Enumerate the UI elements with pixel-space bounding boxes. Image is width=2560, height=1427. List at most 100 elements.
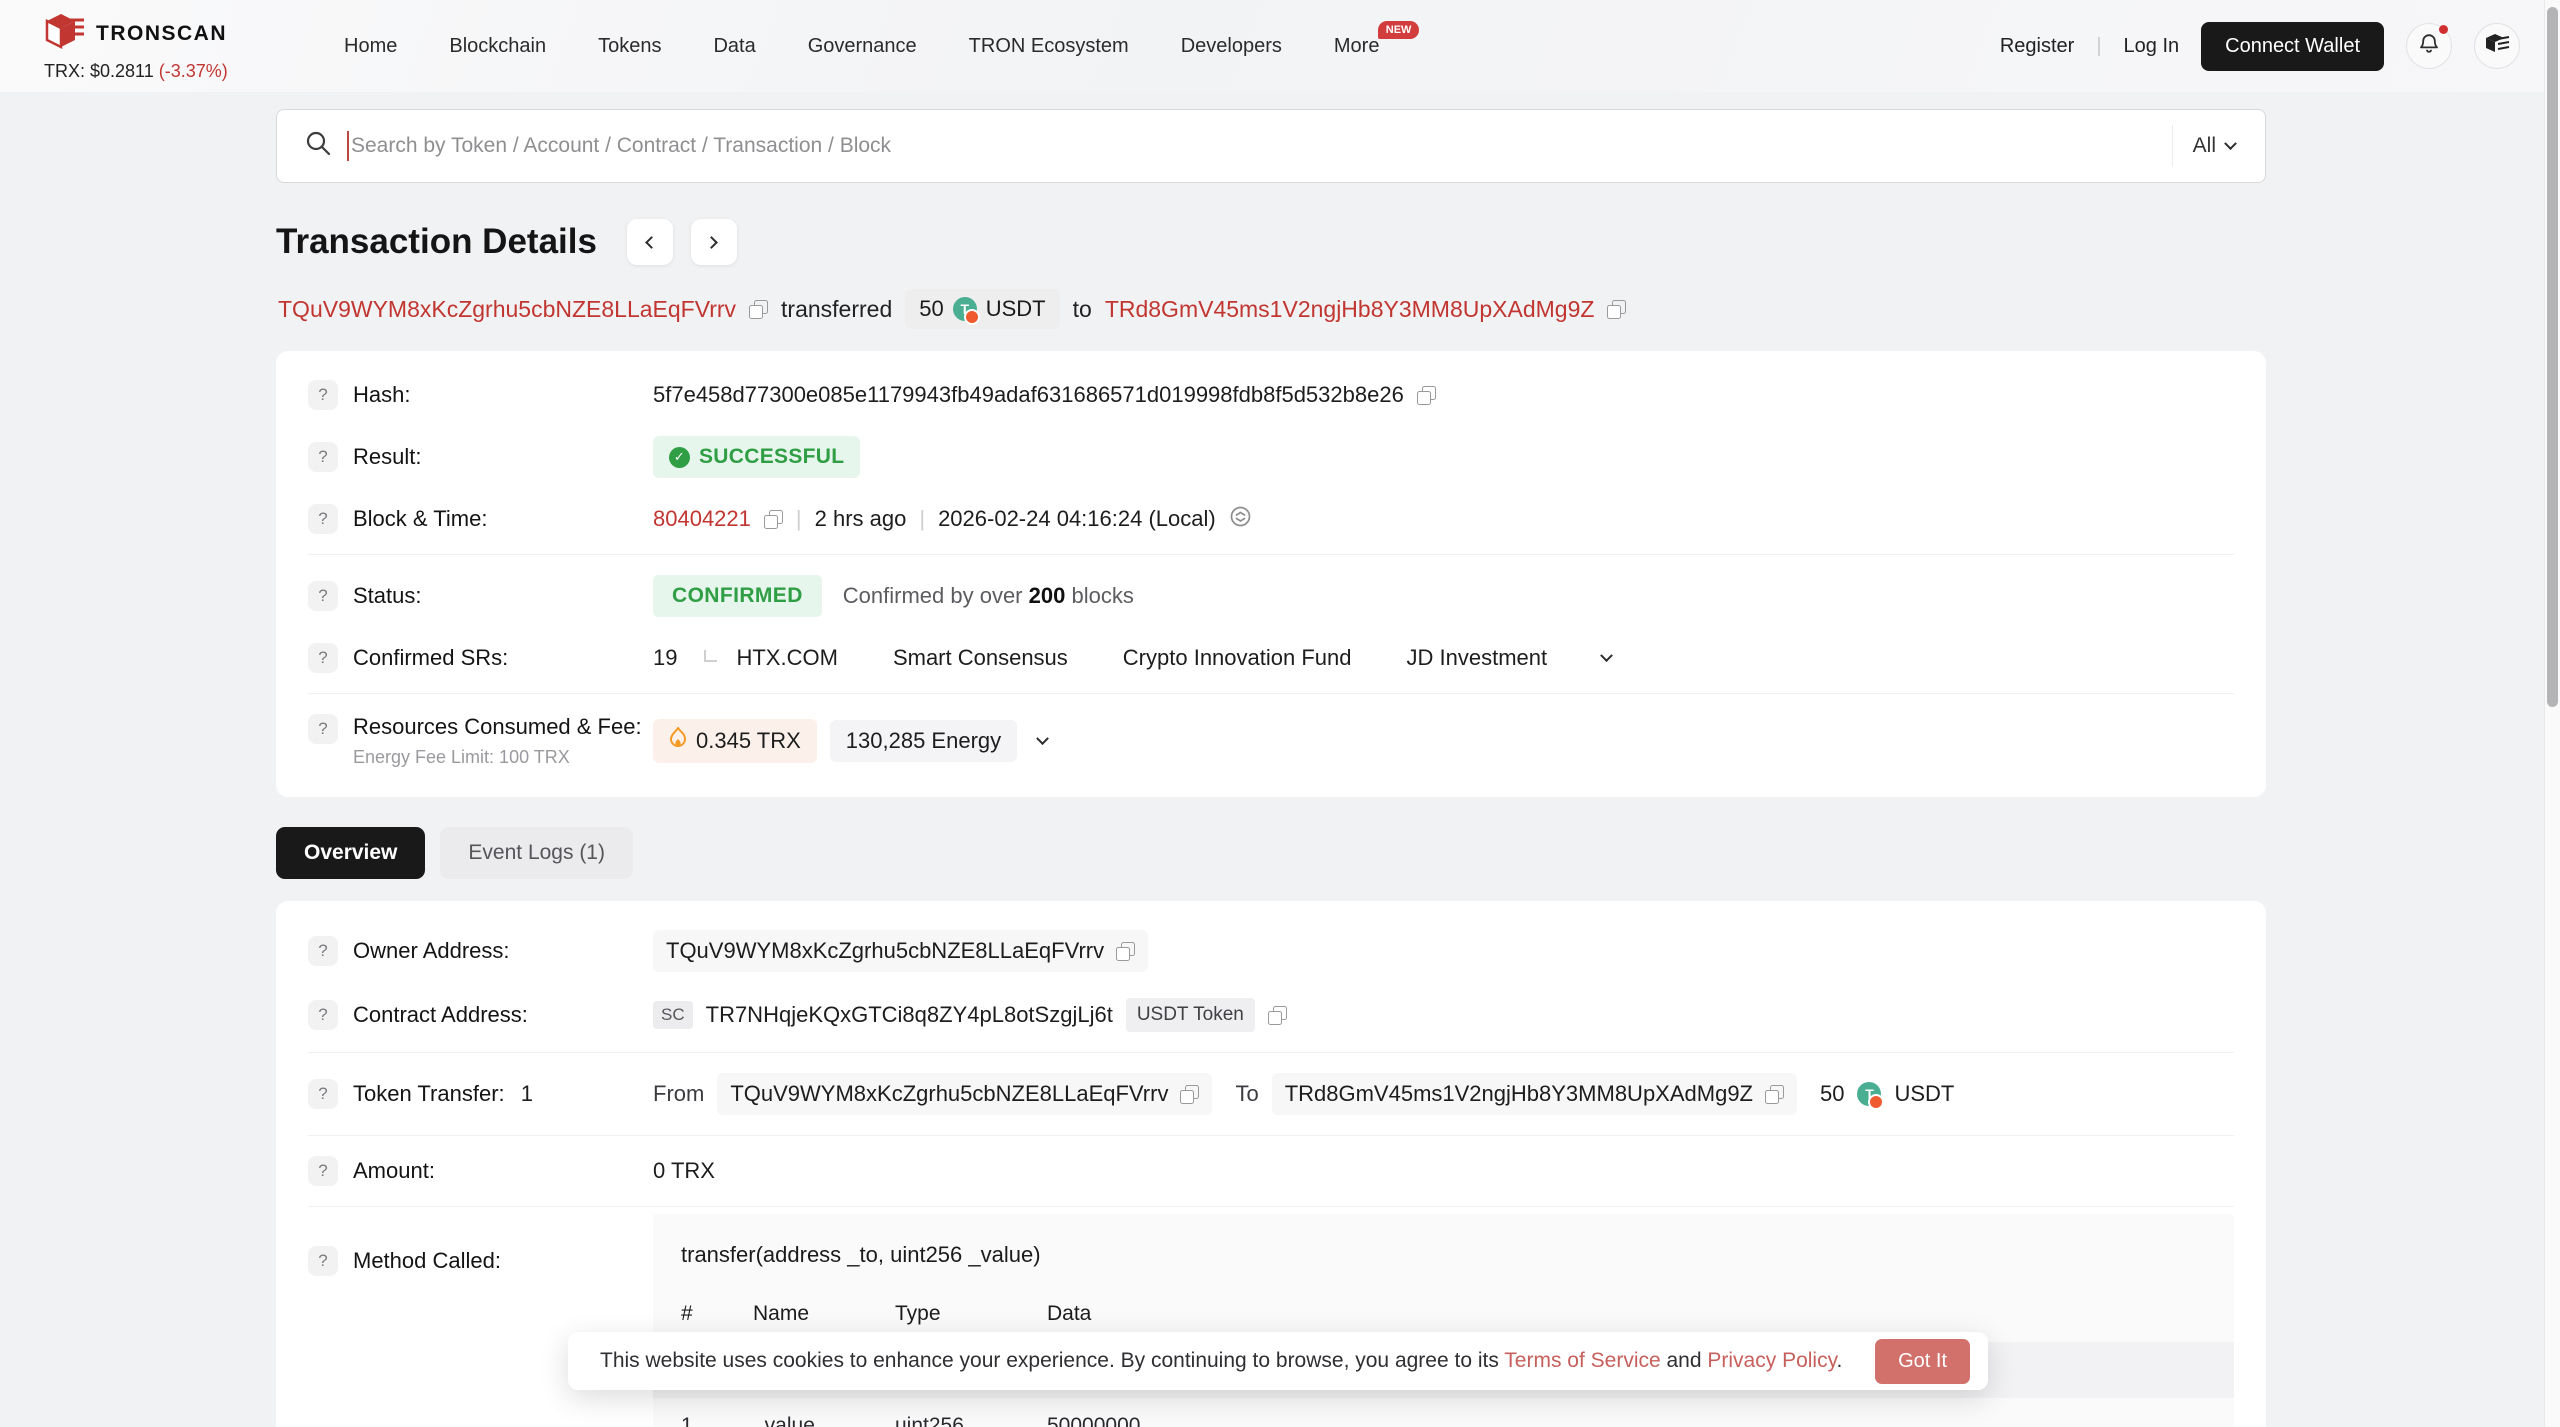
sr-name[interactable]: Smart Consensus — [893, 645, 1068, 671]
cookie-text: This website uses cookies to enhance you… — [600, 1349, 1843, 1372]
help-icon[interactable]: ? — [308, 442, 338, 472]
clock-icon[interactable] — [1229, 505, 1252, 534]
next-transaction-button[interactable] — [690, 219, 737, 265]
check-icon: ✓ — [669, 446, 690, 468]
text-cursor — [347, 131, 349, 161]
usdt-token-icon: T — [952, 297, 980, 325]
page-title: Transaction Details — [276, 222, 597, 261]
transfer-summary: TQuV9WYM8xKcZgrhu5cbNZE8LLaEqFVrrv trans… — [278, 289, 2560, 329]
help-icon[interactable]: ? — [308, 714, 338, 744]
tab-event-logs[interactable]: Event Logs (1) — [440, 827, 633, 879]
brand-name: TRONSCAN — [96, 21, 227, 45]
nav-item-data[interactable]: Data — [713, 35, 755, 58]
amount-pill: 50 T USDT — [905, 289, 1060, 329]
privacy-policy-link[interactable]: Privacy Policy — [1707, 1349, 1836, 1372]
help-icon[interactable]: ? — [308, 1246, 338, 1276]
scrollbar-thumb[interactable] — [2547, 7, 2558, 707]
nav-item-more[interactable]: More NEW — [1334, 20, 1420, 58]
table-header-row: # Name Type Data — [681, 1302, 1092, 1325]
sr-name[interactable]: JD Investment — [1407, 645, 1548, 671]
prev-transaction-button[interactable] — [626, 219, 673, 265]
transfer-to-address: TRd8GmV45ms1V2ngjHb8Y3MM8UpXAdMg9Z — [1271, 1073, 1797, 1115]
help-icon[interactable]: ? — [308, 380, 338, 410]
confirmed-srs-row: ? Confirmed SRs: 19 HTX.COM Smart Consen… — [308, 630, 2234, 686]
nav-item-blockchain[interactable]: Blockchain — [449, 35, 546, 58]
chevron-down-icon[interactable] — [1600, 648, 1613, 662]
connect-wallet-button[interactable]: Connect Wallet — [2201, 21, 2384, 71]
flame-icon — [669, 726, 687, 755]
copy-icon[interactable] — [1267, 1005, 1287, 1025]
main-nav: Home Blockchain Tokens Data Governance T… — [344, 20, 1420, 58]
got-it-button[interactable]: Got It — [1875, 1338, 1970, 1384]
method-signature: transfer(address _to, uint256 _value) — [681, 1242, 1041, 1267]
corner-indent-icon — [704, 650, 718, 662]
help-icon[interactable]: ? — [308, 643, 338, 673]
energy-pill: 130,285 Energy — [829, 720, 1018, 762]
new-badge: NEW — [1377, 20, 1420, 39]
copy-icon[interactable] — [1416, 385, 1436, 405]
help-icon[interactable]: ? — [308, 581, 338, 611]
cookie-banner: This website uses cookies to enhance you… — [568, 1332, 1988, 1390]
chevron-down-icon[interactable] — [1036, 731, 1049, 745]
copy-icon[interactable] — [1116, 941, 1136, 961]
notifications-button[interactable] — [2406, 23, 2452, 69]
resources-button[interactable] — [2474, 23, 2520, 69]
help-icon[interactable]: ? — [308, 1079, 338, 1109]
chevron-left-icon — [645, 235, 659, 249]
fee-value: 0.345 TRX — [696, 728, 801, 753]
block-number-link[interactable]: 80404221 — [653, 506, 751, 532]
copy-icon[interactable] — [749, 299, 769, 319]
divider: | — [795, 506, 802, 531]
sr-name[interactable]: HTX.COM — [736, 645, 837, 671]
help-icon[interactable]: ? — [308, 1156, 338, 1186]
tab-overview[interactable]: Overview — [276, 827, 426, 879]
energy-fee-limit: Energy Fee Limit: 100 TRX — [353, 747, 570, 767]
copy-icon[interactable] — [1607, 299, 1627, 319]
divider — [2171, 125, 2173, 167]
status-note: Confirmed by over 200 blocks — [842, 583, 1134, 608]
trx-price-change: (-3.37%) — [158, 60, 228, 81]
amount-row: ? Amount: 0 TRX — [308, 1143, 2234, 1199]
login-link[interactable]: Log In — [2124, 35, 2180, 58]
contract-address[interactable]: TR7NHqjeKQxGTCi8q8ZY4pL8otSzgjLj6t — [706, 1002, 1113, 1028]
search-icon — [303, 128, 333, 164]
nav-item-governance[interactable]: Governance — [808, 35, 917, 58]
notification-dot — [2439, 25, 2448, 34]
to-address-link[interactable]: TRd8GmV45ms1V2ngjHb8Y3MM8UpXAdMg9Z — [1105, 296, 1595, 323]
copy-icon[interactable] — [763, 509, 783, 529]
search-filter-dropdown[interactable]: All — [2193, 134, 2239, 158]
nav-item-home[interactable]: Home — [344, 35, 397, 58]
divider — [308, 554, 2234, 555]
brand-block[interactable]: TRONSCAN TRX: $0.2811 (-3.37%) — [44, 11, 274, 82]
help-icon[interactable]: ? — [308, 1000, 338, 1030]
divider: | — [2096, 34, 2102, 57]
nav-item-tron-ecosystem[interactable]: TRON Ecosystem — [969, 35, 1129, 58]
help-icon[interactable]: ? — [308, 936, 338, 966]
chevron-down-icon — [2224, 136, 2237, 150]
sr-name[interactable]: Crypto Innovation Fund — [1123, 645, 1352, 671]
terms-of-service-link[interactable]: Terms of Service — [1504, 1349, 1660, 1372]
register-link[interactable]: Register — [2000, 35, 2074, 58]
resources-row: ? Resources Consumed & Fee: Energy Fee L… — [308, 701, 2234, 781]
scrollbar-track[interactable] — [2544, 0, 2560, 1427]
nav-item-developers[interactable]: Developers — [1181, 35, 1282, 58]
trx-price: TRX: $0.2811 (-3.37%) — [44, 60, 228, 81]
copy-icon[interactable] — [1765, 1084, 1784, 1104]
to-word: to — [1072, 295, 1092, 322]
srs-count: 19 — [653, 645, 678, 670]
stacked-cube-icon — [2484, 31, 2510, 61]
copy-icon[interactable] — [1180, 1084, 1200, 1104]
status-badge: CONFIRMED — [653, 575, 822, 617]
result-row: ? Result: ✓ SUCCESSFUL — [308, 423, 2234, 491]
usdt-token-icon: T — [1857, 1082, 1885, 1110]
block-time-row: ? Block & Time: 80404221 | 2 hrs ago | 2… — [308, 491, 2234, 547]
divider — [308, 1052, 2234, 1053]
hash-value: 5f7e458d77300e085e1179943fb49adaf6316865… — [653, 382, 1404, 407]
owner-address: TQuV9WYM8xKcZgrhu5cbNZE8LLaEqFVrrv — [653, 930, 1149, 972]
from-address-link[interactable]: TQuV9WYM8xKcZgrhu5cbNZE8LLaEqFVrrv — [278, 296, 736, 323]
transfer-token: USDT — [1894, 1081, 1955, 1106]
method-called-row: ? Method Called: transfer(address _to, u… — [308, 1214, 2234, 1427]
nav-item-tokens[interactable]: Tokens — [598, 35, 661, 58]
search-input[interactable] — [351, 134, 2152, 158]
help-icon[interactable]: ? — [308, 504, 338, 534]
